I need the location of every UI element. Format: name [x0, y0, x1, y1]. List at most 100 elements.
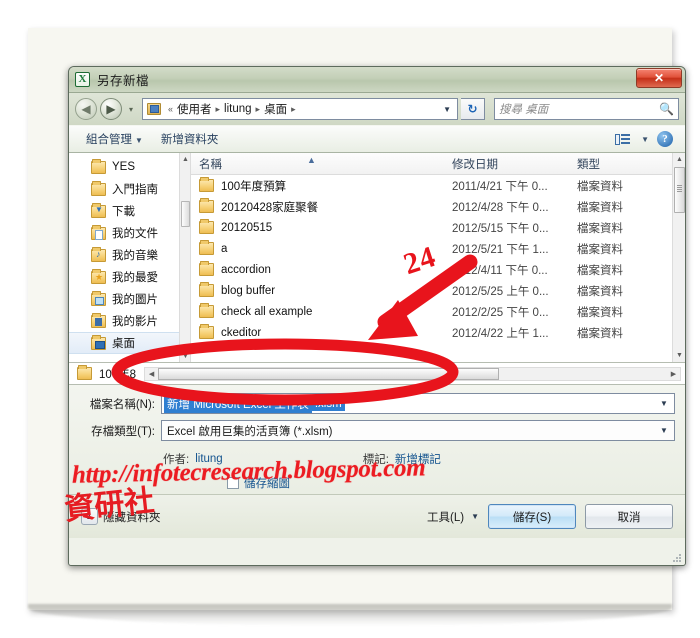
file-date: 2011/4/21 下午 0... — [452, 180, 548, 193]
folder-music-icon — [91, 246, 106, 262]
sidebar-item-videos[interactable]: 我的影片 — [69, 310, 190, 332]
folder-documents-icon — [91, 224, 106, 240]
list-view-icon[interactable] — [615, 133, 631, 146]
help-icon[interactable]: ? — [657, 131, 673, 147]
close-button[interactable]: ✕ — [636, 68, 682, 88]
column-header-type[interactable]: 類型 — [569, 156, 629, 172]
scroll-down-icon[interactable]: ▼ — [180, 350, 190, 362]
file-type: 檔案資料 — [577, 243, 623, 256]
scrollbar-thumb[interactable] — [181, 201, 190, 227]
sidebar-item-label: 我的圖片 — [112, 294, 158, 306]
sidebar-item-label: 我的音樂 — [112, 250, 158, 262]
file-date: 2012/5/25 上午 0... — [452, 285, 549, 298]
folder-icon — [199, 177, 214, 192]
organize-button[interactable]: 組合管理 ▼ — [77, 131, 152, 147]
sidebar-item-label: 我的影片 — [112, 316, 158, 328]
sidebar-item-music[interactable]: 我的音樂 — [69, 244, 190, 266]
file-list-scrollbar[interactable]: ▲ ▼ — [672, 153, 685, 362]
folder-download-icon — [91, 202, 106, 218]
tree-scrollbar[interactable]: ▲ ▼ — [179, 153, 190, 362]
column-headers: 名稱 ▲ 修改日期 類型 — [191, 153, 685, 175]
sidebar-item-pictures[interactable]: 我的圖片 — [69, 288, 190, 310]
file-name: ckeditor — [221, 326, 262, 339]
file-name: 20120428家庭聚餐 — [221, 201, 319, 214]
table-row[interactable]: blog buffer 2012/5/25 上午 0... 檔案資料 — [191, 280, 685, 301]
column-header-date[interactable]: 修改日期 — [444, 156, 569, 172]
file-type: 檔案資料 — [577, 180, 623, 193]
back-arrow-icon[interactable]: ◀ — [75, 98, 97, 120]
scrollbar-grip — [677, 185, 682, 192]
file-name: accordion — [221, 263, 271, 276]
breadcrumb-item-2[interactable]: 桌面 — [263, 101, 288, 117]
chevron-right-icon: ▸ — [255, 103, 261, 114]
sidebar-item-yes[interactable]: YES — [69, 156, 190, 178]
column-header-name[interactable]: 名稱 ▲ — [191, 155, 444, 172]
table-row[interactable]: 100年度預算 2011/4/21 下午 0... 檔案資料 — [191, 175, 685, 196]
file-list: 名稱 ▲ 修改日期 類型 100年度預算 2011/4/21 下午 0... 檔… — [191, 153, 685, 362]
search-placeholder: 搜尋 桌面 — [499, 104, 549, 116]
file-date: 2012/5/15 下午 0... — [452, 222, 549, 235]
table-row[interactable]: 20120515 2012/5/15 下午 0... 檔案資料 — [191, 217, 685, 238]
filename-input[interactable]: 新增 Microsoft Excel 工作表 .xlsm ▼ — [161, 393, 675, 414]
search-input[interactable]: 搜尋 桌面 🔍 — [494, 98, 679, 120]
sidebar-item-desktop[interactable]: 桌面 — [69, 332, 190, 354]
chevron-down-icon[interactable]: ▼ — [656, 421, 672, 440]
file-date: 2012/4/22 上午 1... — [452, 327, 549, 340]
scroll-left-icon[interactable]: ◀ — [145, 370, 158, 378]
filename-value: 新增 Microsoft Excel 工作表 — [164, 394, 312, 413]
file-type: 檔案資料 — [577, 222, 623, 235]
filename-label: 檔案名稱(N): — [89, 398, 155, 411]
partial-file-name: 100年8 — [99, 368, 137, 381]
folder-icon — [199, 240, 214, 255]
scrollbar-thumb[interactable] — [158, 367, 500, 380]
file-name: blog buffer — [221, 284, 276, 297]
sidebar-item-favorites[interactable]: 我的最愛 — [69, 266, 190, 288]
save-button[interactable]: 儲存(S) — [488, 504, 576, 529]
file-type: 檔案資料 — [577, 264, 623, 277]
scroll-up-icon[interactable]: ▲ — [180, 153, 190, 165]
tools-button[interactable]: 工具(L) ▼ — [427, 509, 479, 525]
scroll-right-icon[interactable]: ▶ — [667, 370, 680, 378]
cancel-button[interactable]: 取消 — [585, 504, 673, 529]
table-row[interactable]: a 2012/5/21 下午 1... 檔案資料 — [191, 238, 685, 259]
file-type: 檔案資料 — [577, 201, 623, 214]
view-dropdown-icon[interactable]: ▼ — [641, 135, 649, 144]
sidebar-item-label: 桌面 — [112, 338, 135, 350]
column-header-label: 名稱 — [199, 158, 222, 171]
table-row[interactable]: 20120428家庭聚餐 2012/4/28 下午 0... 檔案資料 — [191, 196, 685, 217]
file-type: 檔案資料 — [577, 285, 623, 298]
sidebar-item-label: 我的文件 — [112, 228, 158, 240]
sidebar-item-documents[interactable]: 我的文件 — [69, 222, 190, 244]
refresh-icon[interactable]: ↻ — [461, 98, 485, 120]
sidebar-item-label: 入門指南 — [112, 184, 158, 196]
address-dropdown-icon[interactable]: ▼ — [443, 105, 453, 114]
file-name: check all example — [221, 305, 313, 318]
folder-desktop-icon — [91, 334, 106, 350]
table-row[interactable]: check all example 2012/2/25 下午 0... 檔案資料 — [191, 301, 685, 322]
breadcrumb-item-1[interactable]: litung — [223, 103, 253, 115]
folder-icon — [77, 365, 92, 380]
folder-icon — [199, 261, 214, 276]
breadcrumb-item-0[interactable]: 使用者 — [176, 101, 213, 117]
file-date: 2012/2/25 下午 0... — [452, 306, 549, 319]
history-dropdown-icon[interactable]: ▾ — [125, 105, 137, 114]
horizontal-scrollbar[interactable]: ◀ ▶ — [144, 366, 681, 381]
folder-icon — [91, 180, 106, 196]
sidebar-item-getting-started[interactable]: 入門指南 — [69, 178, 190, 200]
folder-icon — [199, 324, 214, 339]
filetype-select[interactable]: Excel 啟用巨集的活頁簿 (*.xlsm) ▼ — [161, 420, 675, 441]
forward-arrow-icon[interactable]: ▶ — [100, 98, 122, 120]
address-bar[interactable]: « 使用者 ▸ litung ▸ 桌面 ▸ ▼ — [142, 98, 458, 120]
sidebar-item-label: 我的最愛 — [112, 272, 158, 284]
file-name: a — [221, 242, 228, 255]
scroll-up-icon[interactable]: ▲ — [673, 153, 685, 166]
table-row[interactable]: ckeditor 2012/4/22 上午 1... 檔案資料 — [191, 322, 685, 343]
new-folder-button[interactable]: 新增資料夾 — [152, 131, 228, 147]
sidebar-item-downloads[interactable]: 下載 — [69, 200, 190, 222]
resize-grip[interactable] — [672, 553, 682, 563]
file-name: 100年度預算 — [221, 180, 287, 193]
sidebar-item-label: 下載 — [112, 206, 135, 218]
dialog-footer: ▲ 隱藏資料夾 工具(L) ▼ 儲存(S) 取消 — [69, 494, 685, 563]
chevron-down-icon[interactable]: ▼ — [656, 394, 672, 413]
scroll-down-icon[interactable]: ▼ — [673, 349, 685, 362]
